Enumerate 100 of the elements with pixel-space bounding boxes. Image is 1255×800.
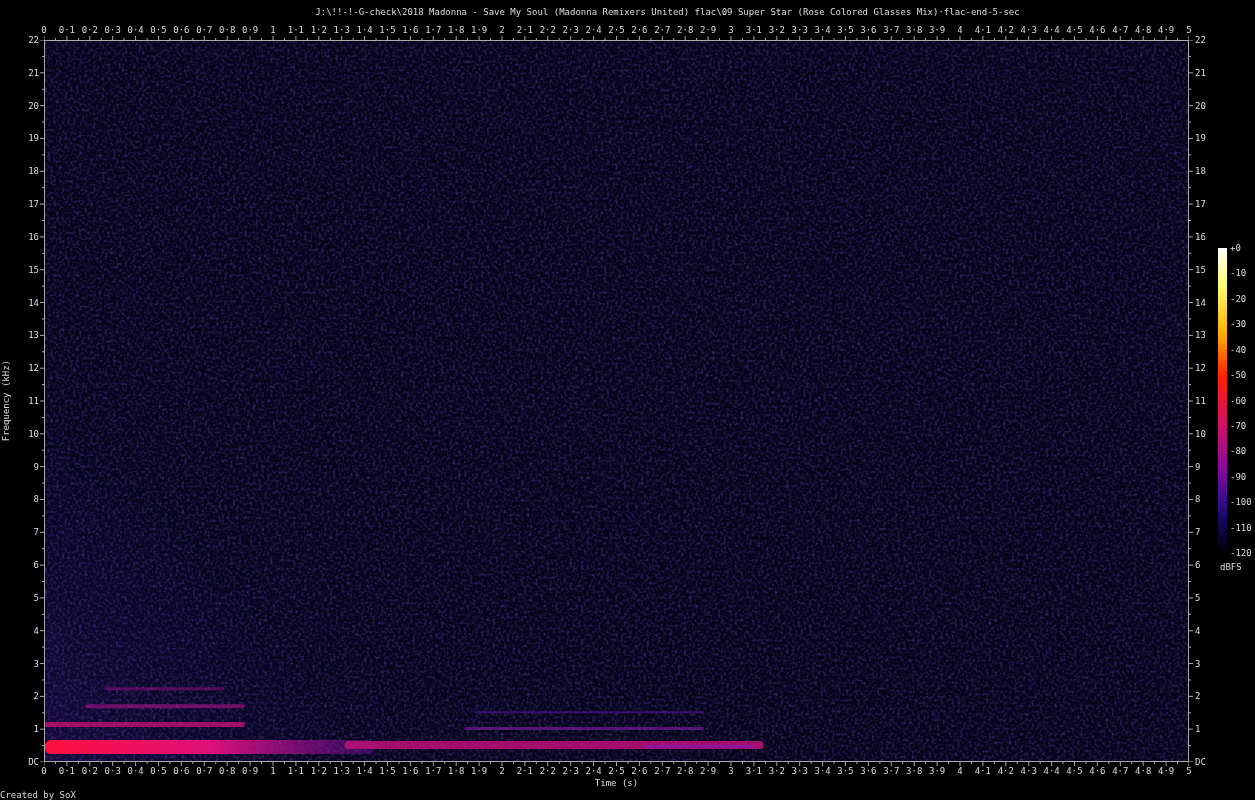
tick-label: 4·8 (1135, 767, 1152, 776)
tick-label: 0 (41, 26, 47, 35)
tick-label: 4·4 (1043, 767, 1060, 776)
tick-label: 13 (1195, 330, 1206, 340)
tick-label: 3·4 (814, 767, 831, 776)
tick-label: 14 (28, 298, 39, 308)
unit-label: dBFS (1220, 563, 1243, 572)
tick-label: 2·8 (677, 767, 694, 776)
tick-label: 12 (28, 363, 39, 373)
tick-label: 4·9 (1157, 26, 1175, 35)
tick-label: 3 (728, 767, 734, 776)
tick-label: 4·5 (1066, 767, 1083, 776)
tick-label: 9 (33, 462, 39, 472)
tick-label: 3·7 (883, 767, 900, 776)
tick-label: 4 (1195, 626, 1201, 636)
tick-label: 19 (1195, 133, 1206, 143)
tick-label: 7 (1195, 527, 1201, 537)
tick-label: 3·6 (860, 767, 877, 776)
scale-label: -10 (1230, 268, 1247, 278)
tick-label: 1·6 (402, 26, 419, 35)
tick-label: 1·7 (425, 767, 442, 776)
tick-label: 5 (33, 593, 39, 603)
tick-label: 2·5 (608, 26, 625, 35)
tick-label: 3 (1195, 659, 1201, 669)
tick-label: 0·8 (219, 26, 236, 35)
window-title: J:\!!-!-G-check\2018 Madonna - Save My Soul (Madonna Remixers United) flac\09 Super Star (Rose Colored Glasses Mix)·flac-end-5-sec (314, 6, 1021, 18)
tick-label: 0·8 (219, 767, 236, 776)
tick-label: 21 (1195, 68, 1206, 78)
tick-label: 4·1 (974, 767, 991, 776)
tick-label: 0·3 (104, 767, 121, 776)
tick-label: 0·1 (58, 26, 75, 35)
scale-label: -50 (1230, 370, 1247, 380)
scale-label: -20 (1230, 294, 1247, 304)
tick-label: 4·2 (997, 26, 1014, 35)
tick-label: 2·6 (631, 767, 648, 776)
tick-label: 2 (1195, 691, 1201, 701)
tick-label: 1 (270, 26, 276, 35)
tick-label: 3·4 (814, 26, 831, 35)
scale-label: +0 (1230, 243, 1241, 253)
tick-label: 4 (957, 767, 963, 776)
tick-label: 3 (33, 659, 39, 669)
tick-label: 2·1 (516, 767, 533, 776)
tick-label: 3·6 (860, 26, 877, 35)
tick-label: 0·7 (196, 26, 213, 35)
tick-label: 8 (1195, 494, 1201, 504)
tick-label: 22 (28, 35, 39, 45)
tick-label: 1·8 (448, 26, 465, 35)
tick-label: 2·4 (585, 26, 602, 35)
tick-label: 0·5 (150, 767, 167, 776)
tick-label: DC (28, 757, 39, 767)
tick-label: 1·6 (402, 767, 419, 776)
tick-label: 2·9 (699, 26, 717, 35)
tick-label: 1·2 (310, 767, 327, 776)
footer-text: Created by SoX (0, 791, 77, 800)
tick-label: 1·5 (379, 767, 396, 776)
tick-label: 3·8 (906, 26, 923, 35)
tick-label: 5 (1186, 767, 1192, 776)
tick-label: 2·9 (699, 767, 717, 776)
tick-label: 4·2 (997, 767, 1014, 776)
tick-label: 2·6 (631, 26, 648, 35)
tick-label: 0·1 (58, 767, 75, 776)
tick-label: 19 (28, 133, 39, 143)
tick-label: 0·2 (81, 767, 98, 776)
tick-label: 1·4 (356, 767, 373, 776)
tick-label: 3·2 (768, 26, 785, 35)
tick-label: 4·8 (1135, 26, 1152, 35)
scale-label: -120 (1230, 548, 1252, 558)
tick-label: 18 (28, 166, 39, 176)
tick-label: 13 (28, 330, 39, 340)
tick-label: 12 (1195, 363, 1206, 373)
tick-label: 20 (1195, 101, 1206, 111)
scale-label: -100 (1230, 497, 1252, 507)
tick-label: 11 (1195, 396, 1206, 406)
tick-label: 3·7 (883, 26, 900, 35)
tick-label: 17 (28, 199, 39, 209)
tick-label: 2·5 (608, 767, 625, 776)
tick-label: 0·7 (196, 767, 213, 776)
scale-label: -110 (1230, 523, 1252, 533)
tick-label: 2·7 (654, 26, 671, 35)
tick-label: 1·3 (333, 767, 350, 776)
tick-label: 0·6 (173, 767, 190, 776)
tick-label: 2·3 (562, 767, 579, 776)
tick-label: 1·9 (470, 26, 488, 35)
tick-label: 4·3 (1020, 26, 1037, 35)
tick-label: 0·4 (127, 26, 144, 35)
tick-label: 4·4 (1043, 26, 1060, 35)
tick-label: 21 (28, 68, 39, 78)
tick-label: 3·3 (791, 26, 808, 35)
tick-label: 10 (1195, 429, 1206, 439)
tick-label: 2·1 (516, 26, 533, 35)
tick-label: 4 (33, 626, 39, 636)
tick-label: 0·4 (127, 767, 144, 776)
scale-label: -60 (1230, 396, 1247, 405)
tick-label: 2·8 (677, 26, 694, 35)
axis-title: Time (s) (593, 779, 640, 790)
tick-label: 2·7 (654, 767, 671, 776)
tick-label: 18 (1195, 166, 1206, 176)
tick-label: 4·6 (1089, 26, 1106, 35)
tick-label: 1·2 (310, 26, 327, 35)
tick-label: 1·7 (425, 26, 442, 35)
